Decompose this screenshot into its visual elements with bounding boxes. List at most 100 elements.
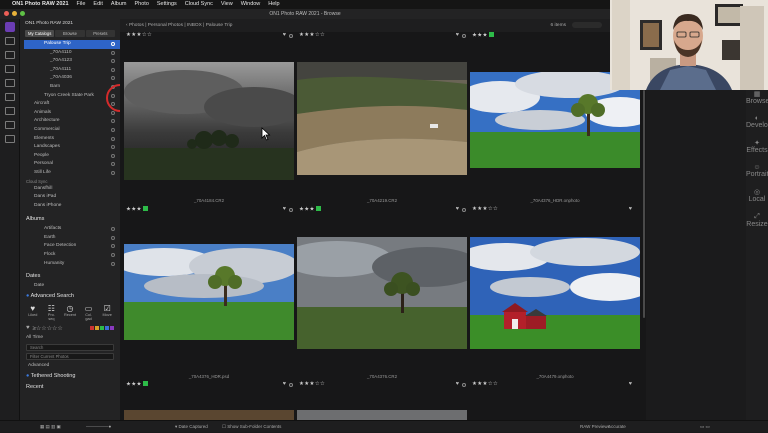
menu-file[interactable]: File	[77, 0, 86, 9]
album-item[interactable]: Humanity	[24, 260, 120, 269]
folder-item[interactable]: _70A4123	[24, 57, 120, 66]
more-icon[interactable]	[462, 208, 466, 212]
heart-icon[interactable]: ♥	[283, 206, 286, 212]
tab-presets[interactable]: Presets	[85, 30, 115, 37]
more-icon[interactable]	[462, 34, 466, 38]
star-filter[interactable]: ≥☆☆☆☆☆	[33, 325, 63, 332]
module-resize[interactable]: ⤢ Resize	[746, 213, 768, 228]
cloud-icon[interactable]	[4, 93, 15, 101]
photo-thumbnail[interactable]	[124, 244, 294, 340]
menu-app-name[interactable]: ON1 Photo RAW 2021	[12, 0, 69, 9]
album-item[interactable]: Flock	[24, 251, 120, 260]
module-effects[interactable]: ✦ Effects	[746, 139, 768, 154]
photo-thumbnail[interactable]	[297, 237, 467, 349]
more-icon[interactable]	[289, 34, 293, 38]
tab-my-catalogs[interactable]: My Catalogs	[25, 30, 55, 37]
star-rating[interactable]: ★★★	[126, 381, 148, 388]
module-portrait[interactable]: ☺ Portrait	[746, 164, 768, 178]
menu-cloud-sync[interactable]: Cloud Sync	[185, 0, 213, 9]
cloud-device-item[interactable]: Dans iPad	[24, 193, 120, 202]
star-rating[interactable]: ★★★☆☆	[126, 32, 152, 38]
sort-dropdown[interactable]: ▾ Date Captured	[175, 421, 208, 433]
advanced-toggle[interactable]: Advanced	[20, 362, 120, 371]
cloud-device-item[interactable]: Dansfhill	[24, 185, 120, 194]
heart-icon[interactable]: ♥	[283, 381, 286, 387]
yellow-swatch[interactable]	[95, 326, 99, 331]
apple-icon[interactable]	[0, 0, 12, 9]
show-subfolder-checkbox[interactable]: ☐ Show Sub-Folder Contents	[222, 421, 281, 433]
folder-item[interactable]: Barn	[24, 83, 120, 92]
thumbnail-size-slider[interactable]: —————●	[86, 421, 111, 433]
smart-filter-recent[interactable]: ◷ Recent	[63, 304, 77, 321]
photo-thumbnail[interactable]	[124, 62, 294, 180]
folder-item[interactable]: Commercial	[24, 126, 120, 135]
heart-icon[interactable]: ♥	[629, 381, 632, 387]
photo-thumbnail[interactable]	[124, 410, 294, 420]
more-icon[interactable]	[289, 383, 293, 387]
folder-item[interactable]: Personal	[24, 160, 120, 169]
grid-scrollbar[interactable]	[643, 90, 645, 318]
more-icon[interactable]	[462, 383, 466, 387]
folder-item[interactable]: People	[24, 152, 120, 161]
folder-item[interactable]: Elements	[24, 135, 120, 144]
green-swatch[interactable]	[100, 326, 104, 331]
module-develop[interactable]: ◐Develop	[746, 115, 768, 129]
heart-icon[interactable]: ♥	[456, 32, 459, 38]
module-browse[interactable]: ▦ Browse	[746, 90, 768, 105]
heart-icon[interactable]: ♥	[629, 206, 632, 212]
more-icon[interactable]	[289, 208, 293, 212]
tab-browse[interactable]: Browse	[55, 30, 85, 37]
cloud-device-item[interactable]: Dans iPhone	[24, 202, 120, 211]
photo-thumbnail[interactable]	[297, 62, 467, 175]
menu-photo[interactable]: Photo	[135, 0, 149, 9]
album-item[interactable]: Face Detection	[24, 242, 120, 251]
star-rating[interactable]: ★★★☆☆	[472, 206, 498, 212]
purple-swatch[interactable]	[110, 326, 114, 331]
smart-filter-proseq[interactable]: ☷ Pro. seq	[45, 304, 59, 321]
smart-filter-colgad[interactable]: ▭ Col. gad	[82, 304, 96, 321]
red-swatch[interactable]	[90, 326, 94, 331]
menu-album[interactable]: Album	[111, 0, 127, 9]
star-rating[interactable]: ★★★	[126, 206, 148, 213]
folder-item[interactable]: Landscapes	[24, 143, 120, 152]
heart-filter-icon[interactable]: ♥	[26, 325, 30, 331]
blue-swatch[interactable]	[105, 326, 109, 331]
filter-current-photos-dropdown[interactable]: Filter Current Photos	[26, 353, 114, 361]
export-button[interactable]: ▭ ▭	[700, 421, 710, 433]
folder-item[interactable]: Animals	[24, 109, 120, 118]
date-item[interactable]: Date	[20, 282, 120, 291]
folder-icon[interactable]	[4, 79, 15, 87]
tethered-shooting-header[interactable]: ● Tethered Shooting	[20, 371, 120, 382]
raw-previews-dropdown[interactable]: Accurate	[608, 421, 626, 433]
close-window-button[interactable]	[4, 11, 9, 16]
advanced-search-header[interactable]: ● Advanced Search	[20, 291, 120, 302]
minimize-window-button[interactable]	[12, 11, 17, 16]
star-rating[interactable]: ★★★☆☆	[299, 32, 325, 38]
add-folder-icon[interactable]	[4, 37, 15, 45]
heart-icon[interactable]: ♥	[456, 206, 459, 212]
photo-thumbnail[interactable]	[470, 237, 640, 349]
star-rating[interactable]: ★★★	[299, 206, 321, 213]
album-item[interactable]: Artifacts	[24, 225, 120, 234]
photos-icon[interactable]	[4, 65, 15, 73]
folder-item[interactable]: Architecture	[24, 117, 120, 126]
albums-header[interactable]: Albums	[20, 214, 120, 225]
star-rating[interactable]: ★★★☆☆	[299, 381, 325, 387]
menu-window[interactable]: Window	[241, 0, 261, 9]
color-label-filter[interactable]	[90, 326, 114, 331]
heart-icon[interactable]: ♥	[283, 32, 286, 38]
all-time-dropdown[interactable]: All Time	[20, 334, 120, 343]
grid-search-input[interactable]	[572, 21, 602, 28]
photo-thumbnail[interactable]	[297, 410, 467, 420]
menu-view[interactable]: View	[221, 0, 233, 9]
folder-item[interactable]: Palouse Trip	[24, 40, 120, 49]
smart-filter-liked[interactable]: ♥ Liked	[26, 304, 40, 321]
star-rating[interactable]: ★★★	[472, 32, 494, 39]
dates-header[interactable]: Dates	[20, 271, 120, 282]
module-local[interactable]: ◎ Local	[746, 188, 768, 203]
albums-icon[interactable]	[4, 51, 15, 59]
search-input[interactable]: Search	[26, 344, 114, 352]
breadcrumb[interactable]: Photos | Personal Photos | INBOX | Palou…	[129, 23, 232, 28]
folder-item[interactable]: _70A4036	[24, 74, 120, 83]
menu-edit[interactable]: Edit	[93, 0, 102, 9]
